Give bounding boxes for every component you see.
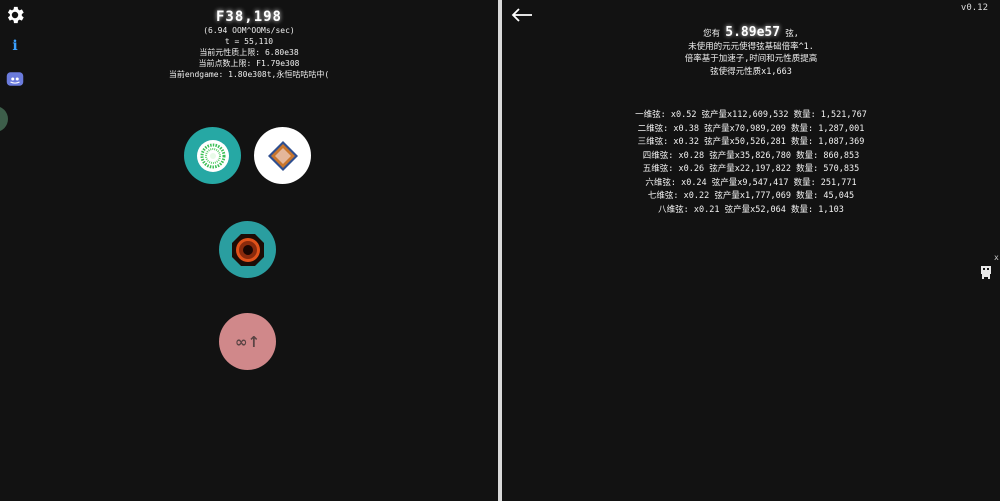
strings-summary: 您有 5.89e57 弦, 未使用的元元使得弦基础倍率^1. 倍率基于加速子,时… [502,25,1000,78]
diamond-icon [267,140,298,171]
strings-amount: 5.89e57 [725,25,781,40]
stats-block: F38,198 (6.94 OOM^OOMs/sec) t = 55,110 当… [0,9,498,80]
string-dim-2[interactable]: 二维弦: x0.38 弦产量x70,989,209 数量: 1,287,001 [502,123,1000,137]
diamond-button[interactable] [254,127,311,184]
currency-rate: (6.94 OOM^OOMs/sec) [203,26,295,35]
have-prefix: 您有 [703,29,726,39]
version-label: v0.12 [960,3,988,13]
meta-boost-text: 弦使得元性质x1,663 [710,66,792,77]
base-multiplier-text: 未使用的元元使得弦基础倍率^1. [688,41,814,52]
currency-amount: F38,198 [215,9,282,25]
back-arrow-icon[interactable] [510,4,534,26]
meta-cap: 当前元性质上限: 6.80e38 [199,48,299,57]
time-value: t = 55,110 [224,37,274,46]
green-ring-icon [196,139,229,172]
black-hole-button[interactable] [219,221,276,278]
endgame-text: 当前endgame: 1.80e308t,永恒咕咕咕中( [168,70,330,79]
string-dimension-list: 一维弦: x0.52 弦产量x112,609,532 数量: 1,521,767… [502,109,1000,217]
string-dim-5[interactable]: 五维弦: x0.26 弦产量x22,197,822 数量: 570,835 [502,163,1000,177]
string-dim-7[interactable]: 七维弦: x0.22 弦产量x1,777,069 数量: 45,045 [502,190,1000,204]
infinity-upgrade-button[interactable]: ∞↑ [219,313,276,370]
points-cap: 当前点数上限: F1.79e308 [198,59,300,68]
strings-amount-line: 您有 5.89e57 弦, [502,25,1000,41]
black-hole-icon [231,233,264,266]
string-dim-6[interactable]: 六维弦: x0.24 弦产量x9,547,417 数量: 251,771 [502,177,1000,191]
string-dim-1[interactable]: 一维弦: x0.52 弦产量x112,609,532 数量: 1,521,767 [502,109,1000,123]
string-dim-3[interactable]: 三维弦: x0.32 弦产量x50,526,281 数量: 1,087,369 [502,136,1000,150]
have-suffix: 弦, [780,29,799,39]
green-ring-button[interactable] [184,127,241,184]
string-dim-8[interactable]: 八维弦: x0.21 弦产量x52,064 数量: 1,103 [502,204,1000,218]
multiplier-source-text: 倍率基于加速子,时间和元性质提高 [684,54,818,64]
edge-mark: x [994,253,999,262]
string-dim-4[interactable]: 四维弦: x0.28 弦产量x35,826,780 数量: 860,853 [502,150,1000,164]
dino-icon[interactable] [978,264,994,280]
